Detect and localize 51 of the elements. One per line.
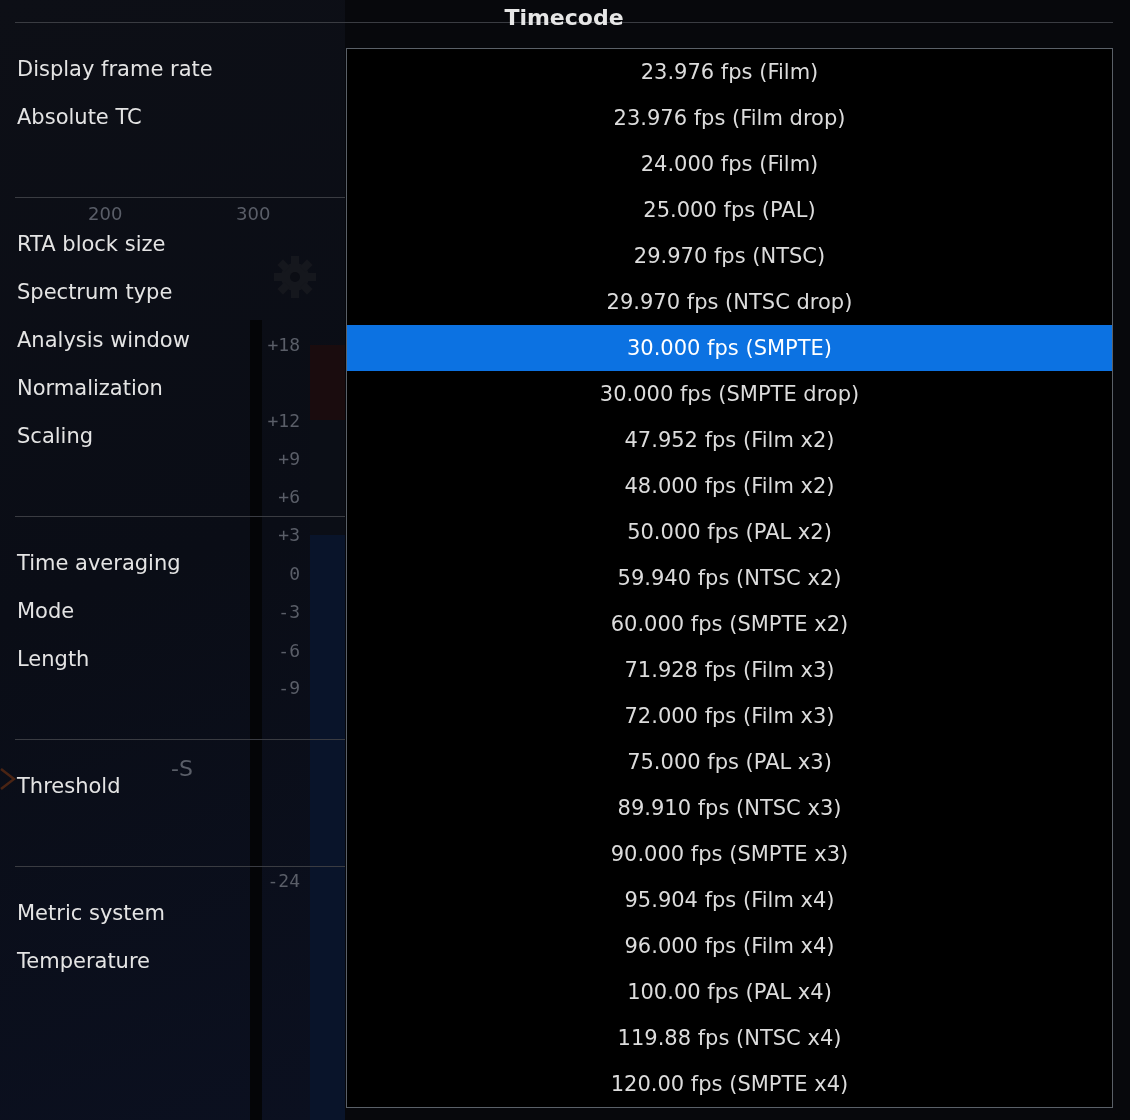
dropdown-option[interactable]: 72.000 fps (Film x3) [347, 693, 1112, 739]
setting-label: Display frame rate [17, 56, 213, 83]
dialog-title: Timecode [504, 7, 624, 29]
scale-label: -6 [278, 640, 300, 661]
dropdown-option[interactable]: 29.970 fps (NTSC drop) [347, 279, 1112, 325]
dropdown-option[interactable]: 60.000 fps (SMPTE x2) [347, 601, 1112, 647]
setting-label: Mode [17, 598, 75, 625]
dropdown-option[interactable]: 23.976 fps (Film) [347, 49, 1112, 95]
setting-label: Scaling [17, 423, 94, 450]
dropdown-option[interactable]: 50.000 fps (PAL x2) [347, 509, 1112, 555]
setting-label: Metric system [17, 900, 165, 927]
dropdown-option[interactable]: 48.000 fps (Film x2) [347, 463, 1112, 509]
axis-label: 200 [88, 203, 123, 224]
setting-label: Time averaging [17, 550, 181, 577]
scale-label: 0 [289, 563, 300, 584]
scale-label: +18 [267, 334, 300, 355]
scale-label: -24 [267, 870, 300, 891]
chevron-icon [0, 766, 16, 792]
dropdown-option[interactable]: 59.940 fps (NTSC x2) [347, 555, 1112, 601]
axis-label: 300 [236, 203, 271, 224]
dropdown-option[interactable]: 24.000 fps (Film) [347, 141, 1112, 187]
setting-label: Length [17, 646, 90, 673]
dropdown-option[interactable]: 90.000 fps (SMPTE x3) [347, 831, 1112, 877]
dropdown-option[interactable]: 120.00 fps (SMPTE x4) [347, 1061, 1112, 1107]
dropdown-option[interactable]: 23.976 fps (Film drop) [347, 95, 1112, 141]
scale-label: -9 [278, 677, 300, 698]
setting-label: RTA block size [17, 231, 166, 258]
dropdown-option[interactable]: 30.000 fps (SMPTE drop) [347, 371, 1112, 417]
scale-label: +3 [278, 524, 300, 545]
dropdown-option[interactable]: 95.904 fps (Film x4) [347, 877, 1112, 923]
dropdown-option[interactable]: 71.928 fps (Film x3) [347, 647, 1112, 693]
scale-label: +12 [267, 410, 300, 431]
dropdown-option[interactable]: 29.970 fps (NTSC) [347, 233, 1112, 279]
dropdown-option[interactable]: 75.000 fps (PAL x3) [347, 739, 1112, 785]
setting-label: Normalization [17, 375, 163, 402]
scale-label: +6 [278, 486, 300, 507]
dropdown-option[interactable]: 96.000 fps (Film x4) [347, 923, 1112, 969]
marker-label: -S [171, 756, 193, 781]
setting-label: Threshold [17, 773, 121, 800]
dropdown-option[interactable]: 25.000 fps (PAL) [347, 187, 1112, 233]
setting-label: Analysis window [17, 327, 190, 354]
dropdown-option[interactable]: 47.952 fps (Film x2) [347, 417, 1112, 463]
dropdown-option[interactable]: 100.00 fps (PAL x4) [347, 969, 1112, 1015]
dropdown-option[interactable]: 30.000 fps (SMPTE) [347, 325, 1112, 371]
dropdown-option[interactable]: 119.88 fps (NTSC x4) [347, 1015, 1112, 1061]
setting-label: Spectrum type [17, 279, 173, 306]
dropdown-option[interactable]: 89.910 fps (NTSC x3) [347, 785, 1112, 831]
scale-label: -3 [278, 601, 300, 622]
scale-label: +9 [278, 448, 300, 469]
setting-label: Absolute TC [17, 104, 142, 131]
setting-label: Temperature [17, 948, 151, 975]
